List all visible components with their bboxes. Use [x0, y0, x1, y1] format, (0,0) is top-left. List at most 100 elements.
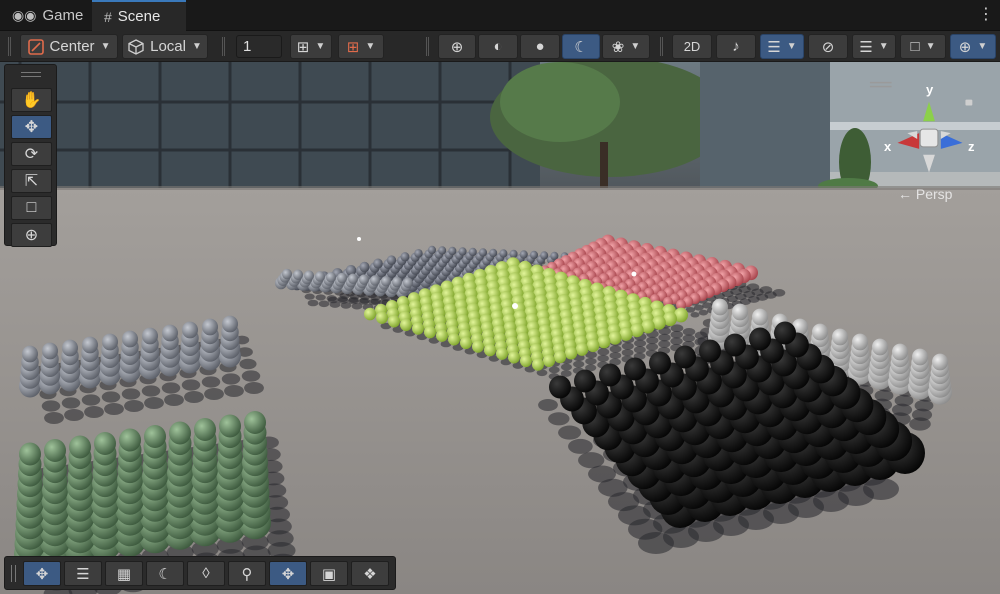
sphere[interactable] [202, 318, 218, 336]
sphere[interactable] [549, 375, 571, 399]
sphere[interactable] [540, 251, 549, 260]
debug-draw-mode-button[interactable]: ❀ ▼ [602, 34, 650, 59]
sphere[interactable] [119, 428, 141, 452]
sphere[interactable] [509, 249, 518, 259]
sphere[interactable] [472, 340, 484, 353]
pivot-mode-dropdown[interactable]: Center ▼ [20, 34, 118, 59]
sphere[interactable] [122, 330, 138, 348]
rect-tool-button[interactable]: □ [11, 196, 52, 220]
sphere[interactable] [699, 339, 721, 363]
grid-snap-overlay-button[interactable]: ▦ [105, 561, 143, 586]
overlay-drag-handle[interactable] [21, 72, 41, 77]
sphere[interactable] [532, 358, 544, 371]
sphere[interactable] [376, 311, 388, 324]
sphere[interactable] [574, 369, 596, 393]
sphere[interactable] [508, 350, 520, 364]
sphere[interactable] [438, 246, 447, 255]
sphere[interactable] [412, 322, 424, 335]
light-marker[interactable] [512, 303, 518, 309]
sphere[interactable] [458, 247, 467, 256]
move-overlay-button[interactable]: ✥ [23, 561, 61, 586]
sphere[interactable] [752, 308, 768, 326]
sphere[interactable] [732, 303, 748, 321]
sphere[interactable] [852, 333, 868, 351]
sphere[interactable] [370, 275, 380, 286]
lighting-overlay-button[interactable]: ☾ [146, 561, 184, 586]
sphere[interactable] [496, 347, 508, 360]
sphere[interactable] [400, 252, 410, 262]
sphere[interactable] [69, 435, 91, 459]
navigation-overlay-button[interactable]: ❖ [351, 561, 389, 586]
move-tool-button[interactable]: ✥ [11, 115, 52, 139]
sphere[interactable] [44, 438, 66, 463]
sphere[interactable] [102, 333, 118, 351]
sphere[interactable] [386, 255, 397, 266]
more-options-icon[interactable]: ⋮ [978, 6, 994, 24]
layers-dropdown[interactable]: ☰ ▼ [852, 34, 896, 59]
camera-settings-dropdown[interactable]: □ ▼ [900, 34, 946, 59]
sphere[interactable] [326, 271, 336, 283]
gizmos-dropdown[interactable]: ⊕ ▼ [950, 34, 996, 59]
grid-increment-field[interactable]: 1 [236, 35, 282, 58]
sphere[interactable] [222, 315, 238, 333]
sphere[interactable] [169, 421, 191, 445]
orientation-overlay-button[interactable]: ✥ [269, 561, 307, 586]
sphere[interactable] [479, 248, 487, 257]
sphere[interactable] [162, 324, 178, 342]
sphere[interactable] [42, 342, 58, 360]
tab-scene[interactable]: # Scene [92, 0, 186, 31]
sphere[interactable] [22, 345, 38, 363]
lock-icon[interactable] [965, 99, 973, 106]
sphere[interactable] [403, 277, 413, 289]
sphere[interactable] [774, 321, 796, 345]
transform-tool-button[interactable]: ⊕ [11, 223, 52, 247]
tool-settings-button[interactable]: ☰ [64, 561, 102, 586]
sphere[interactable] [912, 348, 928, 366]
sphere[interactable] [564, 346, 578, 360]
shading-wireframe-button[interactable]: ⊕ [438, 34, 476, 59]
sphere[interactable] [400, 318, 412, 332]
sphere[interactable] [812, 323, 828, 341]
sphere[interactable] [19, 442, 41, 466]
sphere[interactable] [597, 334, 611, 349]
scene-viewport[interactable] [0, 62, 1000, 594]
tab-game[interactable]: ◉◉ Game [0, 0, 88, 31]
sphere[interactable] [489, 248, 498, 258]
sphere[interactable] [282, 268, 292, 280]
sphere[interactable] [142, 327, 158, 345]
sphere[interactable] [364, 307, 376, 321]
sphere[interactable] [337, 272, 347, 284]
sphere[interactable] [608, 330, 622, 345]
sphere[interactable] [460, 336, 472, 350]
sphere[interactable] [392, 276, 402, 288]
sphere[interactable] [484, 343, 496, 357]
shading-unlit-button[interactable]: ☾ [562, 34, 600, 59]
effects-toggle-button[interactable]: ☰ ▼ [760, 34, 804, 59]
toolbar-grip-handle[interactable] [8, 37, 11, 56]
sphere[interactable] [624, 357, 646, 381]
sphere[interactable] [892, 343, 908, 361]
rotate-tool-button[interactable]: ⟳ [11, 142, 52, 166]
sphere[interactable] [94, 431, 116, 456]
shading-shaded-wireframe-button[interactable]: ◐ [478, 34, 518, 59]
grid-snapping-button[interactable]: ⊞ ▼ [290, 34, 332, 59]
sphere[interactable] [194, 417, 216, 442]
sphere[interactable] [932, 353, 948, 371]
sphere[interactable] [373, 258, 383, 269]
sphere[interactable] [448, 246, 457, 256]
sphere[interactable] [553, 350, 567, 364]
sphere[interactable] [436, 329, 448, 342]
sphere[interactable] [244, 410, 266, 435]
sphere[interactable] [530, 250, 538, 260]
sphere[interactable] [381, 275, 391, 287]
sphere[interactable] [649, 351, 671, 375]
sphere[interactable] [749, 327, 771, 351]
2d-mode-button[interactable]: 2D [672, 34, 712, 59]
sphere[interactable] [724, 333, 746, 357]
light-marker[interactable] [631, 271, 637, 277]
audio-toggle-button[interactable]: ♪ [716, 34, 756, 59]
sphere[interactable] [599, 363, 621, 387]
scene-visibility-button[interactable]: ⊘ [808, 34, 848, 59]
sphere[interactable] [712, 298, 728, 316]
sphere[interactable] [586, 338, 600, 353]
